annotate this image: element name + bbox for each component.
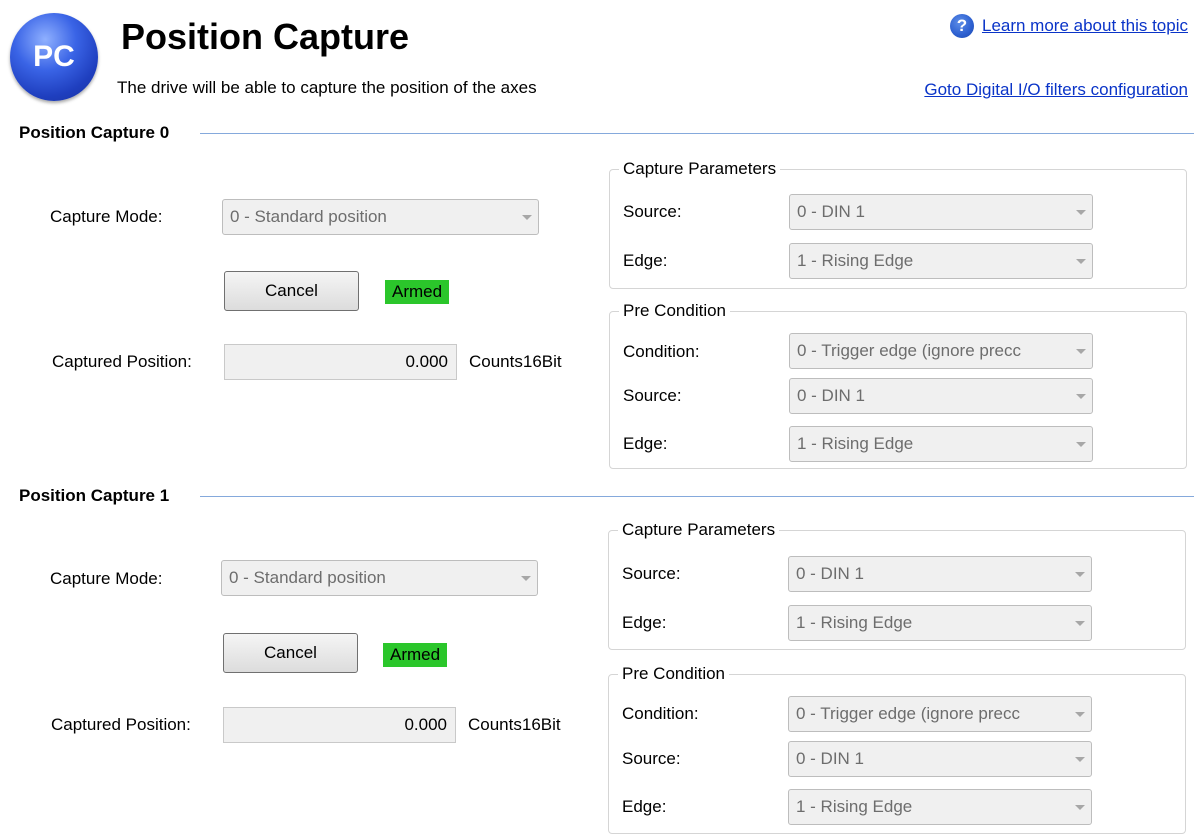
- chevron-down-icon: [1070, 348, 1092, 354]
- capture-source-select[interactable]: 0 - DIN 1: [788, 556, 1092, 592]
- captured-position-label: Captured Position:: [52, 352, 192, 371]
- chevron-down-icon: [516, 214, 538, 220]
- units-label: Counts16Bit: [469, 352, 562, 371]
- pre-condition-title: Pre Condition: [619, 301, 731, 321]
- capture-mode-value: 0 - Standard position: [230, 207, 387, 226]
- capture-mode-select[interactable]: 0 - Standard position: [222, 199, 539, 235]
- chevron-down-icon: [1070, 441, 1092, 447]
- capture-edge-value: 1 - Rising Edge: [797, 251, 914, 270]
- source-label: Source:: [623, 386, 682, 405]
- capture-mode-value: 0 - Standard position: [229, 568, 386, 587]
- captured-position-label: Captured Position:: [51, 715, 191, 734]
- chevron-down-icon: [1070, 258, 1092, 264]
- pre-condition-title: Pre Condition: [618, 664, 730, 684]
- pre-source-select[interactable]: 0 - DIN 1: [789, 378, 1093, 414]
- section-title-capture-1: Position Capture 1: [19, 486, 174, 506]
- cancel-button[interactable]: Cancel: [223, 633, 358, 673]
- section-divider: [200, 496, 1194, 497]
- pre-source-select[interactable]: 0 - DIN 1: [788, 741, 1092, 777]
- pre-edge-value: 1 - Rising Edge: [796, 797, 913, 816]
- page-subtitle: The drive will be able to capture the po…: [117, 78, 537, 97]
- pre-source-value: 0 - DIN 1: [797, 386, 866, 405]
- pre-condition-select[interactable]: 0 - Trigger edge (ignore precc: [788, 696, 1092, 732]
- edge-label: Edge:: [622, 797, 667, 816]
- captured-position-value: 0.000: [224, 344, 457, 380]
- logo-text: PC: [33, 40, 75, 73]
- edge-label: Edge:: [623, 434, 668, 453]
- source-label: Source:: [622, 749, 681, 768]
- pre-condition-value: 0 - Trigger edge (ignore precc: [796, 704, 1020, 723]
- chevron-down-icon: [515, 575, 537, 581]
- capture-edge-select[interactable]: 1 - Rising Edge: [789, 243, 1093, 279]
- capture-parameters-title: Capture Parameters: [619, 159, 781, 179]
- units-label: Counts16Bit: [468, 715, 561, 734]
- capture-mode-label: Capture Mode:: [50, 207, 163, 226]
- pre-condition-select[interactable]: 0 - Trigger edge (ignore precc: [789, 333, 1093, 369]
- chevron-down-icon: [1069, 804, 1091, 810]
- capture-mode-label: Capture Mode:: [50, 569, 163, 588]
- status-badge: Armed: [383, 643, 448, 667]
- capture-source-value: 0 - DIN 1: [797, 202, 866, 221]
- capture-edge-value: 1 - Rising Edge: [796, 613, 913, 632]
- capture-mode-select[interactable]: 0 - Standard position: [221, 560, 538, 596]
- capture-source-value: 0 - DIN 1: [796, 564, 865, 583]
- pre-edge-select[interactable]: 1 - Rising Edge: [788, 789, 1092, 825]
- question-icon[interactable]: ?: [949, 14, 974, 38]
- chevron-down-icon: [1069, 711, 1091, 717]
- help-link-group: ? Learn more about this topic: [949, 14, 1188, 38]
- chevron-down-icon: [1069, 571, 1091, 577]
- chevron-down-icon: [1070, 393, 1092, 399]
- edge-label: Edge:: [622, 613, 667, 632]
- app-logo: PC: [10, 13, 98, 101]
- chevron-down-icon: [1069, 620, 1091, 626]
- learn-more-link[interactable]: Learn more about this topic: [982, 16, 1188, 36]
- source-label: Source:: [622, 564, 681, 583]
- condition-label: Condition:: [622, 704, 699, 723]
- capture-source-select[interactable]: 0 - DIN 1: [789, 194, 1093, 230]
- cancel-button[interactable]: Cancel: [224, 271, 359, 311]
- pre-edge-select[interactable]: 1 - Rising Edge: [789, 426, 1093, 462]
- chevron-down-icon: [1070, 209, 1092, 215]
- status-badge: Armed: [385, 280, 450, 304]
- capture-parameters-title: Capture Parameters: [618, 520, 780, 540]
- goto-digital-io-link[interactable]: Goto Digital I/O filters configuration: [924, 80, 1188, 100]
- pre-source-value: 0 - DIN 1: [796, 749, 865, 768]
- source-label: Source:: [623, 202, 682, 221]
- captured-position-value: 0.000: [223, 707, 456, 743]
- edge-label: Edge:: [623, 251, 668, 270]
- chevron-down-icon: [1069, 756, 1091, 762]
- section-divider: [200, 133, 1194, 134]
- condition-label: Condition:: [623, 342, 700, 361]
- pre-condition-value: 0 - Trigger edge (ignore precc: [797, 341, 1021, 360]
- page-title: Position Capture: [121, 16, 410, 57]
- section-title-capture-0: Position Capture 0: [19, 123, 174, 143]
- capture-edge-select[interactable]: 1 - Rising Edge: [788, 605, 1092, 641]
- pre-edge-value: 1 - Rising Edge: [797, 434, 914, 453]
